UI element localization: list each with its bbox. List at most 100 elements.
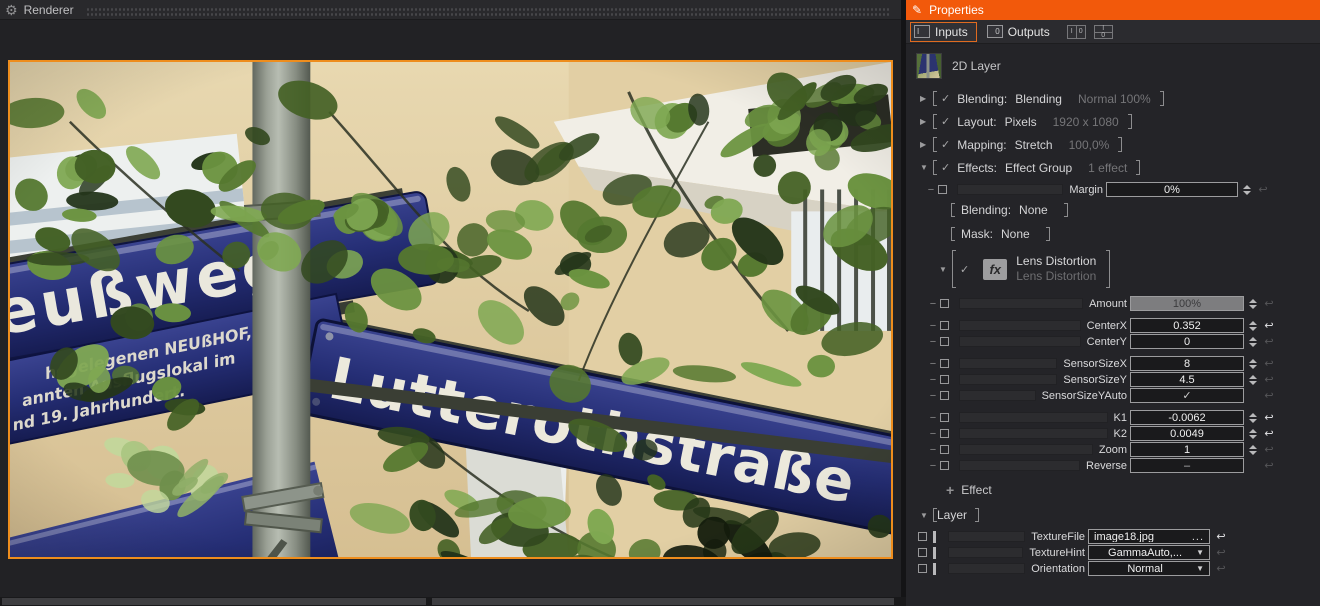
layer-section-header[interactable]: ▼Layer	[920, 505, 1320, 525]
reset-icon[interactable]: ↩	[1262, 373, 1276, 386]
reset-icon[interactable]: ↩	[1262, 443, 1276, 456]
expander-icon[interactable]: ▶	[920, 140, 933, 149]
param-checkbox[interactable]	[940, 461, 949, 470]
sub-group-blending[interactable]: Blending:None	[951, 200, 1320, 220]
param-checkbox[interactable]	[940, 413, 949, 422]
param-checkbox[interactable]	[940, 299, 949, 308]
param-checkbox[interactable]	[940, 391, 949, 400]
reset-icon[interactable]: ↩	[1214, 562, 1228, 575]
spinner-icon[interactable]	[1247, 321, 1258, 331]
reset-icon[interactable]: ↩	[1262, 411, 1276, 424]
spinner-icon[interactable]	[1247, 299, 1258, 309]
properties-titlebar[interactable]: ✎ Properties	[906, 0, 1320, 20]
param-input[interactable]: 8	[1130, 356, 1244, 371]
param-checkbox[interactable]	[938, 185, 947, 194]
group-row-blending[interactable]: ▶✓Blending:BlendingNormal 100%	[920, 88, 1320, 109]
expander-icon[interactable]: ▶	[920, 117, 933, 126]
reset-icon[interactable]: ↩	[1214, 530, 1228, 543]
tab-inputs[interactable]: IInputs	[910, 22, 977, 42]
param-label: Margin	[1069, 184, 1103, 196]
param-row-reverse[interactable]: −Reverse–↩	[928, 458, 1276, 473]
param-checkbox[interactable]	[918, 564, 927, 573]
scrollbar-thumb[interactable]	[432, 598, 894, 605]
checkbox-checked-icon[interactable]: ✓	[941, 115, 950, 128]
effect-subtitle: Lens Distortion	[1016, 269, 1096, 284]
param-dropdown[interactable]: GammaAuto,...▼	[1088, 545, 1210, 560]
param-input[interactable]: 0.0049	[1130, 426, 1244, 441]
renderer-titlebar[interactable]: ⚙ Renderer	[0, 0, 901, 20]
param-row-sensorsizey[interactable]: −SensorSizeY4.5↩	[928, 372, 1276, 387]
param-checkbox[interactable]	[940, 445, 949, 454]
param-input[interactable]: 0	[1130, 334, 1244, 349]
expander-icon[interactable]: ▼	[920, 163, 933, 172]
io-rows-button[interactable]: I0	[1094, 25, 1113, 39]
expander-icon[interactable]: ▼	[939, 265, 952, 274]
param-row-centery[interactable]: −CenterY0↩	[928, 334, 1276, 349]
param-row-zoom[interactable]: −Zoom1↩	[928, 442, 1276, 457]
reset-icon[interactable]: ↩	[1262, 319, 1276, 332]
group-row-mapping[interactable]: ▶✓Mapping:Stretch100,0%	[920, 134, 1320, 155]
checkbox-checked-icon[interactable]: ✓	[941, 92, 950, 105]
param-checkbox[interactable]	[918, 532, 927, 541]
horizontal-scrollbar[interactable]	[0, 597, 906, 606]
param-checkbox[interactable]	[940, 375, 949, 384]
reset-icon[interactable]: ↩	[1256, 183, 1270, 196]
io-columns-button[interactable]: I0	[1067, 25, 1086, 39]
tab-outputs[interactable]: 0Outputs	[983, 22, 1059, 42]
reset-icon[interactable]: ↩	[1262, 427, 1276, 440]
param-input[interactable]: 1	[1130, 442, 1244, 457]
checkbox-checked-icon[interactable]: ✓	[941, 138, 950, 151]
param-checkbox[interactable]	[940, 429, 949, 438]
param-row-orientation[interactable]: OrientationNormal▼↩	[916, 561, 1228, 576]
effect-header-lens-distortion[interactable]: ▼✓fxLens DistortionLens Distortion	[939, 248, 1320, 290]
param-row-margin[interactable]: −Margin0%↩	[926, 182, 1270, 197]
param-input[interactable]: 0.352	[1130, 318, 1244, 333]
sub-group-mask[interactable]: Mask:None	[951, 224, 1320, 244]
param-checkbox[interactable]	[918, 548, 927, 557]
reset-icon[interactable]: ↩	[1262, 389, 1276, 402]
reset-icon[interactable]: ↩	[1262, 459, 1276, 472]
group-row-effects[interactable]: ▼✓Effects:Effect Group1 effect	[920, 157, 1320, 178]
param-row-texturefile[interactable]: TextureFileimage18.jpg...↩	[916, 529, 1228, 544]
layer-node-header[interactable]: 2D Layer	[916, 52, 1320, 80]
reset-icon[interactable]: ↩	[1262, 335, 1276, 348]
spinner-icon[interactable]	[1241, 185, 1252, 195]
param-input[interactable]: 0%	[1106, 182, 1238, 197]
param-input[interactable]: -0.0062	[1130, 410, 1244, 425]
spinner-icon[interactable]	[1247, 359, 1258, 369]
spinner-icon[interactable]	[1247, 445, 1258, 455]
expander-icon[interactable]: ▼	[920, 511, 933, 520]
checkbox-checked-icon[interactable]: ✓	[941, 161, 950, 174]
tab-label: Outputs	[1008, 25, 1050, 39]
reset-icon[interactable]: ↩	[1262, 357, 1276, 370]
param-dropdown[interactable]: Normal▼	[1088, 561, 1210, 576]
param-row-amount[interactable]: −Amount100%↩	[928, 296, 1276, 311]
expander-icon[interactable]: ▶	[920, 94, 933, 103]
group-row-layout[interactable]: ▶✓Layout:Pixels1920 x 1080	[920, 111, 1320, 132]
param-input[interactable]: 4.5	[1130, 372, 1244, 387]
param-row-centerx[interactable]: −CenterX0.352↩	[928, 318, 1276, 333]
reset-icon[interactable]: ↩	[1262, 297, 1276, 310]
param-row-k1[interactable]: −K1-0.0062↩	[928, 410, 1276, 425]
param-row-sensorsizex[interactable]: −SensorSizeX8↩	[928, 356, 1276, 371]
param-checkbox[interactable]	[940, 359, 949, 368]
spinner-icon[interactable]	[1247, 375, 1258, 385]
param-row-k2[interactable]: −K20.0049↩	[928, 426, 1276, 441]
browse-button[interactable]: ...	[1192, 531, 1204, 542]
spinner-icon[interactable]	[1247, 413, 1258, 423]
param-input[interactable]: 100%	[1130, 296, 1244, 311]
param-row-sensorsizeyauto[interactable]: −SensorSizeYAuto✓↩	[928, 388, 1276, 403]
param-input[interactable]: image18.jpg...	[1088, 529, 1210, 544]
reset-icon[interactable]: ↩	[1214, 546, 1228, 559]
checkbox-checked-icon[interactable]: ✓	[960, 263, 969, 276]
spinner-icon[interactable]	[1247, 337, 1258, 347]
spinner-icon[interactable]	[1247, 429, 1258, 439]
add-effect-button[interactable]: +Effect	[946, 481, 1320, 499]
param-checkbox[interactable]	[940, 321, 949, 330]
param-input[interactable]: –	[1130, 458, 1244, 473]
param-row-texturehint[interactable]: TextureHintGammaAuto,...▼↩	[916, 545, 1228, 560]
param-checkbox[interactable]	[940, 337, 949, 346]
param-input[interactable]: ✓	[1130, 388, 1244, 403]
scrollbar-thumb[interactable]	[2, 598, 426, 605]
renderer-viewport[interactable]: eußweg hegelegenen NEUßHOF, annten Ausfl…	[8, 60, 893, 559]
